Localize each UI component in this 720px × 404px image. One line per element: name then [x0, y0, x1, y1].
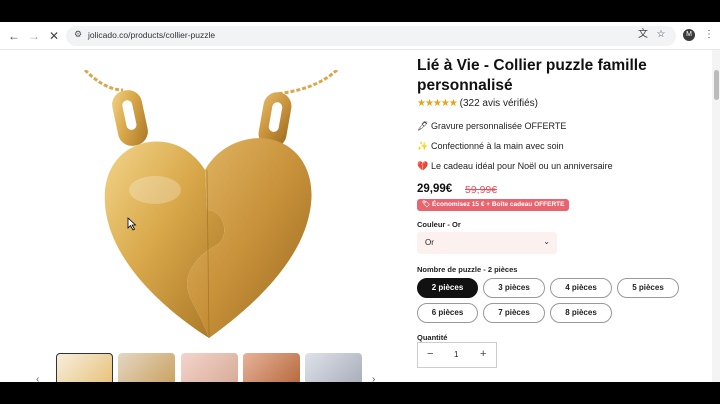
broken-heart-icon: 💔 [417, 161, 429, 171]
thumbnails-next-icon[interactable]: › [372, 374, 375, 382]
quantity-plus-button[interactable]: + [480, 348, 486, 360]
thumbnail-4[interactable] [243, 353, 300, 382]
site-settings-icon[interactable]: ⚙ [74, 29, 82, 40]
page-scrollbar-thumb[interactable] [714, 70, 719, 100]
savings-badge: 🏷 Économisez 15 € + Boîte cadeau OFFERTE [417, 199, 570, 211]
thumbnail-1[interactable] [56, 353, 113, 382]
rating: ★★★★★ (322 avis vérifiés) [417, 98, 538, 109]
product-title: Lié à Vie - Collier puzzle famille perso… [417, 57, 647, 94]
color-label: Couleur - Or [417, 220, 461, 229]
address-bar-area: ← → ✕ ⚙ jolicado.co/products/collier-puz… [0, 22, 720, 50]
product-main-image[interactable] [75, 70, 343, 352]
quantity-stepper: − 1 + [417, 342, 497, 368]
puzzle-option-6[interactable]: 6 pièces [417, 303, 478, 323]
puzzle-option-3[interactable]: 3 pièces [483, 278, 545, 298]
thumbnail-2[interactable] [118, 353, 175, 382]
thumbnail-3[interactable] [181, 353, 238, 382]
old-price: 59,99€ [465, 184, 498, 196]
color-select-value: Or [425, 238, 434, 247]
feature-2: ✨ Confectionné à la main avec soin [417, 141, 564, 151]
bookmark-star-icon[interactable]: ☆ [654, 28, 668, 42]
puzzle-option-2[interactable]: 2 pièces [417, 278, 478, 298]
puzzle-option-5[interactable]: 5 pièces [617, 278, 679, 298]
sparkles-icon: ✨ [417, 141, 429, 151]
profile-avatar[interactable]: M [683, 29, 695, 41]
rating-stars: ★★★★★ [417, 98, 458, 109]
feature-1: 🖋 Gravure personnalisée OFFERTE [417, 121, 567, 131]
quantity-label: Quantité [417, 333, 448, 342]
puzzle-option-7[interactable]: 7 pièces [483, 303, 545, 323]
review-count[interactable]: (322 avis vérifiés) [460, 98, 538, 109]
puzzle-option-4[interactable]: 4 pièces [550, 278, 612, 298]
pen-icon: 🖋 [417, 121, 429, 131]
price: 29,99€ [417, 183, 453, 195]
puzzle-label: Nombre de puzzle - 2 pièces [417, 265, 518, 274]
puzzle-option-8[interactable]: 8 pièces [550, 303, 612, 323]
translate-icon[interactable]: 文 [636, 28, 650, 42]
menu-kebab-icon[interactable]: ⋮ [702, 28, 716, 42]
chevron-down-icon: ⌄ [543, 237, 550, 246]
browser-window: ← → ✕ ⚙ jolicado.co/products/collier-puz… [0, 22, 720, 382]
url-text: jolicado.co/products/collier-puzzle [88, 30, 216, 40]
feature-3: 💔 Le cadeau idéal pour Noël ou un anniver… [417, 161, 613, 171]
arrow-left-icon[interactable]: ← [6, 28, 22, 44]
thumbnails-prev-icon[interactable]: ‹ [36, 374, 39, 382]
url-field[interactable]: ⚙ jolicado.co/products/collier-puzzle [66, 26, 676, 46]
mouse-cursor [127, 217, 137, 231]
thumbnail-5[interactable] [305, 353, 362, 382]
quantity-minus-button[interactable]: − [427, 348, 433, 360]
arrow-right-icon[interactable]: → [26, 28, 42, 44]
close-icon[interactable]: ✕ [46, 28, 62, 44]
quantity-input[interactable]: 1 [454, 350, 458, 359]
color-select[interactable]: Or ⌄ [417, 232, 557, 254]
